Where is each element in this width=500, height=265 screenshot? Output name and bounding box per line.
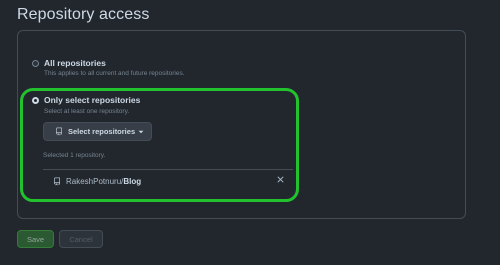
cancel-button[interactable]: Cancel bbox=[59, 230, 103, 248]
save-button[interactable]: Save bbox=[17, 230, 54, 248]
repo-name: Blog bbox=[123, 177, 142, 186]
only-select-repositories-radio[interactable] bbox=[32, 97, 39, 104]
repo-owner: RakeshPotnuru bbox=[66, 177, 122, 186]
caret-down-icon bbox=[138, 129, 144, 135]
select-repositories-button-label: Select repositories bbox=[68, 127, 136, 136]
only-select-repositories-label[interactable]: Only select repositories bbox=[44, 95, 140, 105]
all-repositories-help: This applies to all current and future r… bbox=[44, 70, 185, 77]
all-repositories-label[interactable]: All repositories bbox=[44, 58, 106, 68]
repo-icon bbox=[55, 127, 63, 136]
selected-count-text: Selected 1 repository. bbox=[43, 152, 106, 159]
repo-icon bbox=[53, 177, 61, 186]
repository-access-page: Repository access All repositories This … bbox=[0, 0, 500, 265]
only-select-repositories-help: Select at least one repository. bbox=[44, 108, 130, 115]
selected-repo-row: RakeshPotnuru / Blog bbox=[43, 169, 293, 193]
page-title: Repository access bbox=[17, 6, 150, 23]
all-repositories-radio[interactable] bbox=[32, 60, 39, 67]
select-repositories-button[interactable]: Select repositories bbox=[43, 122, 152, 141]
close-icon[interactable] bbox=[277, 176, 284, 183]
